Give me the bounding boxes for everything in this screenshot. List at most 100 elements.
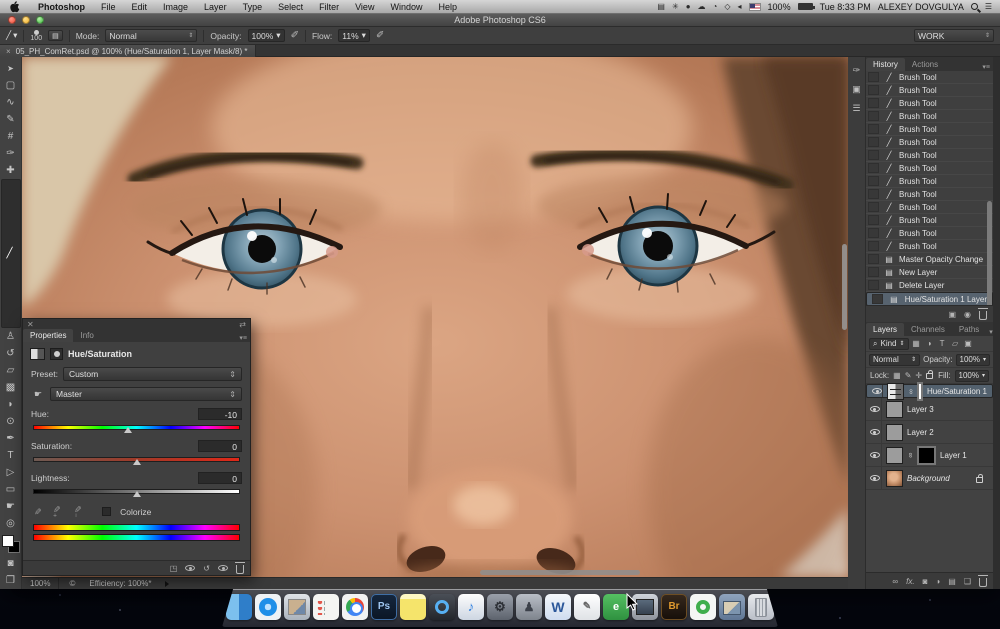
delete-state-icon[interactable]	[979, 311, 987, 320]
history-entry[interactable]: ╱Brush Tool	[866, 84, 993, 97]
bluetooth-icon[interactable]: ✳	[672, 2, 679, 11]
layer-style-icon[interactable]: fx.	[906, 577, 914, 586]
blend-mode-select[interactable]: Normal⇕	[105, 29, 197, 42]
lightness-slider[interactable]	[33, 487, 240, 497]
filter-pixel-icon[interactable]: ▦	[911, 339, 922, 348]
layer-thumbnail[interactable]	[886, 447, 903, 464]
history-entry[interactable]: ╱Brush Tool	[866, 110, 993, 123]
brush-presets-panel-icon[interactable]: ✑	[853, 65, 861, 76]
lock-transparency-icon[interactable]: ▦	[893, 371, 901, 380]
new-group-icon[interactable]: ▤	[948, 577, 956, 586]
eyedropper-tool[interactable]: ✑	[1, 145, 21, 162]
background-thumbnail[interactable]	[886, 470, 903, 487]
dodge-tool[interactable]: ⊙	[1, 413, 21, 430]
toggle-visibility-icon[interactable]	[218, 565, 228, 571]
history-entry[interactable]: ╱Brush Tool	[866, 162, 993, 175]
layer-row[interactable]: Layer 2	[866, 421, 993, 444]
close-panel-icon[interactable]: ✕	[27, 320, 34, 329]
apple-menu-icon[interactable]	[10, 1, 20, 13]
menu-type[interactable]: Type	[235, 2, 271, 12]
brush-preset-picker[interactable]: 100	[30, 30, 42, 41]
tab-properties[interactable]: Properties	[23, 329, 73, 342]
tab-paths[interactable]: Paths	[952, 323, 986, 336]
menu-layer[interactable]: Layer	[196, 2, 235, 12]
toggle-brush-panel-button[interactable]: ▤	[48, 30, 63, 41]
spotlight-diamond-icon[interactable]: ◇	[724, 2, 730, 11]
foreground-color[interactable]	[2, 535, 14, 547]
layer-name[interactable]: Background	[907, 474, 950, 483]
menu-image[interactable]: Image	[155, 2, 196, 12]
layer-visibility-icon[interactable]	[872, 385, 883, 397]
clone-stamp-tool[interactable]: ♙	[1, 328, 21, 345]
layer-visibility-icon[interactable]	[868, 421, 882, 443]
history-entry[interactable]: ╱Brush Tool	[866, 175, 993, 188]
lasso-tool[interactable]: ∿	[1, 94, 21, 111]
display-icon[interactable]: ▤	[657, 2, 665, 11]
airbrush-icon[interactable]: ✐	[376, 30, 384, 41]
color-swatches[interactable]	[2, 535, 20, 553]
preset-select[interactable]: Custom⇕	[63, 367, 242, 381]
menu-edit[interactable]: Edit	[124, 2, 156, 12]
status-options-arrow-icon[interactable]	[165, 581, 169, 587]
quick-selection-tool[interactable]: ✎	[1, 111, 21, 128]
clone-source-panel-icon[interactable]: ▣	[852, 84, 861, 95]
gradient-tool[interactable]: ▩	[1, 379, 21, 396]
history-scrollbar[interactable]	[987, 201, 992, 305]
input-language-flag-icon[interactable]	[749, 3, 761, 11]
marquee-tool[interactable]: ▢	[1, 77, 21, 94]
notification-center-icon[interactable]: ☰	[985, 2, 992, 11]
layer-opacity-input[interactable]: 100%▾	[956, 354, 990, 366]
lightness-slider-thumb[interactable]	[133, 491, 141, 497]
adjustment-layer-thumbnail[interactable]	[887, 383, 904, 400]
layer-name[interactable]: Layer 3	[907, 405, 934, 414]
menu-photoshop[interactable]: Photoshop	[30, 2, 93, 12]
layer-mask-thumbnail[interactable]	[917, 382, 923, 401]
history-entry-selected[interactable]: ▤Hue/Saturation 1 Layer	[866, 292, 993, 305]
clip-to-layer-icon[interactable]: ◳	[170, 564, 178, 573]
history-entry[interactable]: ╱Brush Tool	[866, 201, 993, 214]
spotlight-search-icon[interactable]	[971, 3, 978, 10]
layer-thumbnail[interactable]	[886, 424, 903, 441]
layer-blend-mode-select[interactable]: Normal⇕	[869, 354, 920, 366]
tab-actions[interactable]: Actions	[905, 58, 945, 71]
canvas-vertical-scrollbar[interactable]	[842, 244, 847, 330]
history-entry[interactable]: ╱Brush Tool	[866, 149, 993, 162]
eyedropper-sample-icon[interactable]: ✎	[31, 508, 42, 516]
opacity-input[interactable]: 100%▾	[248, 29, 285, 42]
vpn-icon[interactable]: ●	[686, 2, 691, 11]
blur-tool[interactable]: ◗	[1, 396, 21, 413]
menu-view[interactable]: View	[347, 2, 382, 12]
colorize-checkbox[interactable]	[102, 507, 111, 516]
hand-tool[interactable]: ☛	[1, 498, 21, 515]
dock-preview-icon[interactable]	[284, 594, 310, 620]
add-mask-icon[interactable]: ◙	[923, 577, 928, 586]
tab-info[interactable]: Info	[73, 329, 100, 342]
new-adjustment-layer-icon[interactable]: ◑	[935, 577, 940, 586]
layer-row[interactable]: ∞ Layer 1	[866, 444, 993, 467]
history-entry[interactable]: ╱Brush Tool	[866, 240, 993, 253]
pen-tool[interactable]: ✒	[1, 430, 21, 447]
volume-icon[interactable]: ◂	[738, 2, 742, 11]
collapse-panel-icon[interactable]: ⇄	[239, 320, 246, 329]
filter-kind-select[interactable]: ⌕Kind⇕	[869, 338, 909, 350]
properties-panel-menu-icon[interactable]: ▾≡	[236, 334, 250, 342]
eyedropper-add-icon[interactable]: ✎₊	[50, 505, 61, 517]
dock-shared-users-icon[interactable]: ♟	[516, 594, 542, 620]
dock-chrome-icon[interactable]	[342, 594, 368, 620]
layer-row-background[interactable]: Background	[866, 467, 993, 490]
menubar-username[interactable]: ALEXEY DOVGULYA	[878, 2, 964, 12]
hue-slider[interactable]	[33, 423, 240, 433]
filter-shape-icon[interactable]: ▱	[950, 339, 961, 348]
history-entry[interactable]: ▤New Layer	[866, 266, 993, 279]
new-doc-from-state-icon[interactable]: ▣	[948, 310, 956, 319]
properties-panel-dragbar[interactable]: ✕ ⇄	[23, 319, 250, 329]
layer-name[interactable]: Layer 2	[907, 428, 934, 437]
lock-position-icon[interactable]: ✛	[915, 371, 922, 380]
lock-all-icon[interactable]	[926, 373, 933, 379]
history-brush-tool[interactable]: ↺	[1, 345, 21, 362]
filter-smart-object-icon[interactable]: ▣	[963, 339, 974, 348]
dock-safari-icon[interactable]	[255, 594, 281, 620]
history-entry[interactable]: ╱Brush Tool	[866, 188, 993, 201]
tab-history[interactable]: History	[866, 58, 905, 71]
link-layers-icon[interactable]: ∞	[892, 577, 898, 586]
